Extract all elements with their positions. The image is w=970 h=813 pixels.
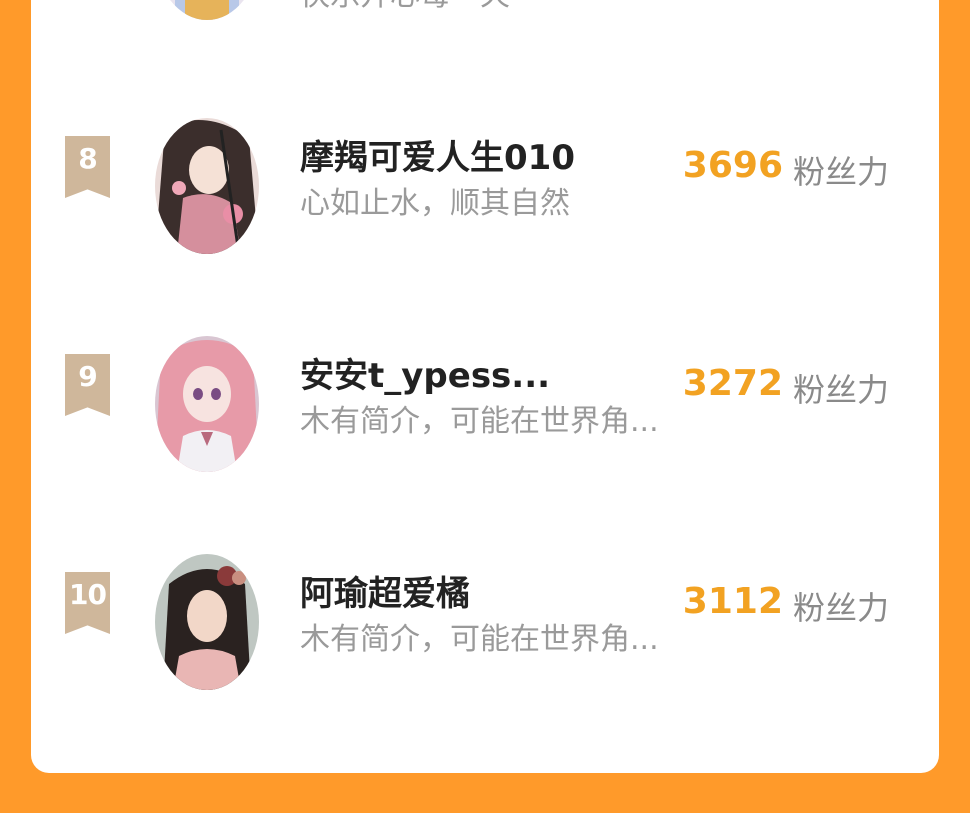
- rank-badge: 10: [65, 572, 110, 634]
- bio-text: 木有简介，可能在世界角...: [300, 404, 659, 439]
- ranking-card: 快乐开心每一天 8 摩羯可爱人生010 心如止水，顺其自然 3696 粉丝力 9: [31, 0, 939, 773]
- rank-number: 9: [78, 360, 97, 393]
- list-item-partial[interactable]: 快乐开心每一天: [31, 0, 939, 34]
- user-name[interactable]: 摩羯可爱人生010: [300, 130, 575, 179]
- user-name[interactable]: 阿瑜超爱橘: [300, 566, 470, 615]
- avatar[interactable]: [155, 336, 259, 472]
- rank-number: 10: [69, 578, 107, 611]
- fan-score: 3696: [682, 145, 783, 186]
- score-unit: 粉丝力: [793, 371, 890, 409]
- avatar[interactable]: [155, 0, 259, 20]
- rank-badge: 9: [65, 354, 110, 416]
- avatar[interactable]: [155, 554, 259, 690]
- bio-text: 木有简介，可能在世界角...: [300, 622, 659, 657]
- avatar[interactable]: [155, 118, 259, 254]
- fan-score: 3112: [682, 581, 783, 622]
- user-name[interactable]: 安安t_ypess...: [300, 348, 550, 397]
- bio-text: 快乐开心每一天: [300, 0, 510, 14]
- bio-text: 心如止水，顺其自然: [300, 186, 570, 221]
- rank-number: 8: [78, 142, 97, 175]
- score-unit: 粉丝力: [793, 589, 890, 627]
- list-item[interactable]: 10 阿瑜超爱橘 木有简介，可能在世界角... 3112 粉丝力: [31, 554, 939, 704]
- rank-badge: 8: [65, 136, 110, 198]
- score-unit: 粉丝力: [793, 153, 890, 191]
- list-item[interactable]: 8 摩羯可爱人生010 心如止水，顺其自然 3696 粉丝力: [31, 118, 939, 268]
- list-item[interactable]: 9 安安t_ypess... 木有简介，可能在世界角... 3272 粉丝力: [31, 336, 939, 486]
- fan-score: 3272: [682, 363, 783, 404]
